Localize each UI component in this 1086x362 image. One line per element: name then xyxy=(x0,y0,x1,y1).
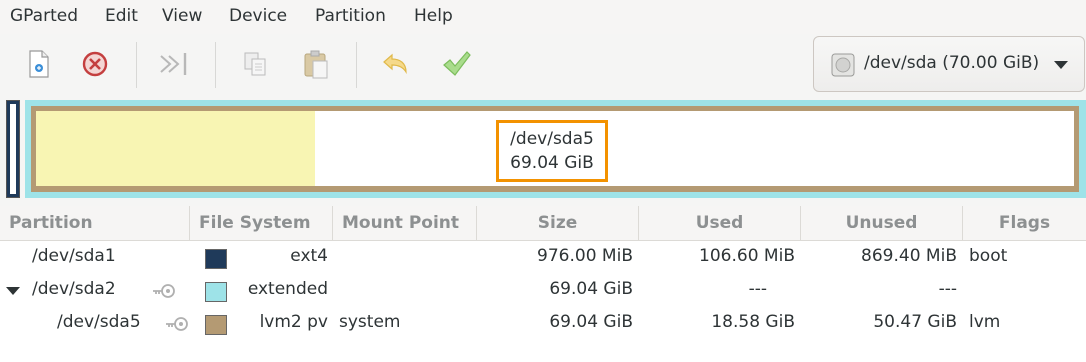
cell-size: 976.00 MiB xyxy=(537,246,633,266)
harddisk-icon xyxy=(831,53,855,77)
cell-partition: /dev/sda2 xyxy=(32,279,116,299)
cell-size: 69.04 GiB xyxy=(549,312,633,332)
partition-bar-sda1[interactable] xyxy=(6,100,20,198)
column-flags[interactable]: Flags xyxy=(963,206,1086,240)
toolbar-separator xyxy=(215,42,216,88)
apply-icon[interactable] xyxy=(436,44,476,84)
column-partition[interactable]: Partition xyxy=(0,206,190,240)
chevron-down-icon xyxy=(1054,61,1068,69)
cell-filesystem: extended xyxy=(247,279,328,299)
toolbar-separator xyxy=(356,42,357,88)
column-unused[interactable]: Unused xyxy=(801,206,963,240)
menu-device[interactable]: Device xyxy=(229,6,287,26)
cell-filesystem: ext4 xyxy=(290,246,328,266)
toolbar-separator xyxy=(136,42,137,88)
menu-gparted[interactable]: GParted xyxy=(10,6,78,26)
partition-used-area xyxy=(36,111,315,186)
table-row[interactable]: /dev/sda5 lvm2 pv system 69.04 GiB 18.58… xyxy=(0,307,1086,339)
cell-unused: 50.47 GiB xyxy=(873,312,957,332)
selected-partition-size: 69.04 GiB xyxy=(510,153,594,173)
filesystem-color-swatch xyxy=(205,315,227,335)
column-file-system[interactable]: File System xyxy=(190,206,333,240)
new-icon[interactable] xyxy=(18,44,58,84)
cell-flags: lvm xyxy=(969,312,1001,332)
cell-flags: boot xyxy=(969,246,1008,266)
column-used[interactable]: Used xyxy=(639,206,801,240)
column-mount-point[interactable]: Mount Point xyxy=(333,206,477,240)
cell-filesystem: lvm2 pv xyxy=(259,312,328,332)
table-row[interactable]: /dev/sda1 ext4 976.00 MiB 106.60 MiB 869… xyxy=(0,241,1086,273)
cell-mount-point: system xyxy=(339,312,401,332)
cell-size: 69.04 GiB xyxy=(549,279,633,299)
table-row[interactable]: /dev/sda2 extended 69.04 GiB --- --- xyxy=(0,274,1086,306)
cell-partition: /dev/sda5 xyxy=(57,312,141,332)
paste-icon[interactable] xyxy=(296,44,336,84)
menu-edit[interactable]: Edit xyxy=(105,6,138,26)
filesystem-color-swatch xyxy=(205,282,227,302)
filesystem-color-swatch xyxy=(205,249,227,269)
delete-icon[interactable] xyxy=(75,44,115,84)
cell-unused: --- xyxy=(938,279,957,299)
column-size[interactable]: Size xyxy=(477,206,639,240)
selected-partition-label: /dev/sda5 69.04 GiB xyxy=(496,120,608,182)
device-selector[interactable]: /dev/sda (70.00 GiB) xyxy=(813,36,1085,92)
menubar: GParted Edit View Device Partition Help xyxy=(0,0,1086,34)
cell-used: 18.58 GiB xyxy=(711,312,795,332)
partition-table: /dev/sda1 ext4 976.00 MiB 106.60 MiB 869… xyxy=(0,241,1086,362)
collapse-triangle-icon[interactable] xyxy=(6,287,20,295)
menu-help[interactable]: Help xyxy=(414,6,453,26)
partition-table-header: Partition File System Mount Point Size U… xyxy=(0,206,1086,241)
menu-view[interactable]: View xyxy=(162,6,202,26)
resize-move-icon[interactable] xyxy=(155,44,195,84)
key-icon xyxy=(166,317,188,331)
partition-free-area xyxy=(315,111,1074,186)
menu-partition[interactable]: Partition xyxy=(315,6,386,26)
cell-partition: /dev/sda1 xyxy=(32,246,116,266)
device-label: /dev/sda (70.00 GiB) xyxy=(864,53,1040,73)
copy-icon[interactable] xyxy=(236,44,276,84)
cell-used: 106.60 MiB xyxy=(699,246,795,266)
cell-unused: 869.40 MiB xyxy=(861,246,957,266)
undo-icon[interactable] xyxy=(375,44,415,84)
key-icon xyxy=(153,284,175,298)
selected-partition-name: /dev/sda5 xyxy=(510,129,594,149)
cell-used: --- xyxy=(748,279,767,299)
